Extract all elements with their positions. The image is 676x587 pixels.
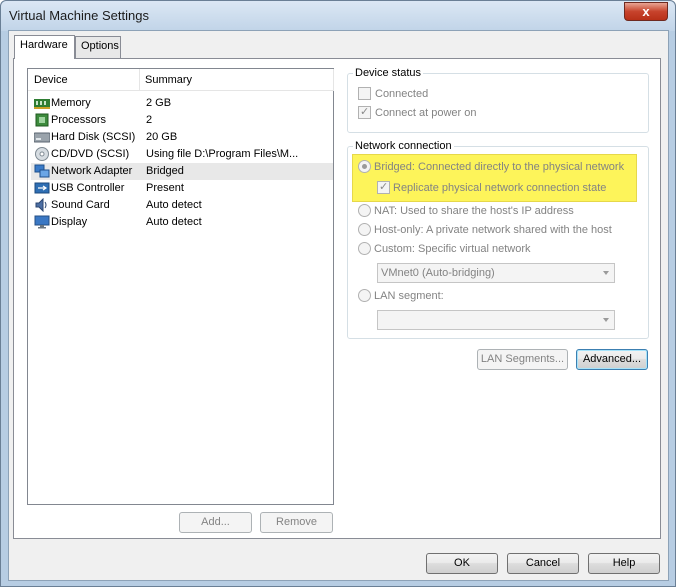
add-device-button[interactable]: Add... [179, 512, 252, 533]
processor-icon [34, 113, 50, 127]
column-separator[interactable] [333, 69, 334, 91]
device-row-hard-disk[interactable]: Hard Disk (SCSI) 20 GB [31, 129, 333, 146]
lan-segments-label: LAN Segments... [480, 353, 565, 365]
connect-at-power-on-checkbox[interactable] [358, 105, 371, 119]
connected-checkbox[interactable] [358, 87, 371, 100]
lan-segment-label: LAN segment: [374, 290, 444, 302]
device-row-processors[interactable]: Processors 2 [31, 112, 333, 129]
device-summary: Auto detect [146, 199, 202, 211]
replicate-state-checkbox[interactable] [377, 180, 390, 194]
device-summary: 20 GB [146, 131, 178, 143]
custom-network-select[interactable]: VMnet0 (Auto-bridging) [377, 263, 615, 283]
remove-device-label: Remove [276, 516, 317, 528]
cancel-button[interactable]: Cancel [507, 553, 579, 574]
device-summary: 2 GB [146, 97, 172, 109]
host-only-radio[interactable] [358, 223, 371, 236]
device-name: Hard Disk (SCSI) [51, 131, 136, 143]
device-name: Display [51, 216, 88, 228]
device-status-group [347, 73, 649, 133]
device-row-sound-card[interactable]: Sound Card Auto detect [31, 197, 333, 214]
memory-icon [34, 96, 50, 110]
device-name: USB Controller [51, 182, 125, 194]
close-button[interactable]: x [624, 2, 668, 21]
nat-label: NAT: Used to share the host's IP address [374, 205, 574, 217]
lan-segments-button[interactable]: LAN Segments... [477, 349, 568, 370]
advanced-label: Advanced... [582, 353, 642, 365]
custom-label: Custom: Specific virtual network [374, 243, 531, 255]
device-name: Memory [51, 97, 91, 109]
device-summary: Present [146, 182, 184, 194]
device-list[interactable]: Device Summary Memory 2 GB Processors 2 … [27, 68, 334, 505]
title-bar[interactable]: Virtual Machine Settings x [1, 1, 675, 31]
device-status-title: Device status [353, 67, 424, 79]
tab-options[interactable]: Options [75, 36, 121, 58]
network-adapter-icon [34, 164, 50, 178]
device-row-display[interactable]: Display Auto detect [31, 214, 333, 231]
device-name: Processors [51, 114, 107, 126]
column-header-summary[interactable]: Summary [145, 74, 192, 86]
tab-options-label: Options [81, 40, 119, 52]
column-header-device[interactable]: Device [34, 74, 68, 86]
custom-radio[interactable] [358, 242, 371, 255]
bridged-label: Bridged: Connected directly to the physi… [374, 161, 625, 173]
window-title: Virtual Machine Settings [9, 8, 149, 23]
usb-icon [34, 181, 50, 195]
device-summary: 2 [146, 114, 153, 126]
device-name: Sound Card [51, 199, 110, 211]
lan-segment-select[interactable] [377, 310, 615, 330]
help-button[interactable]: Help [588, 553, 660, 574]
device-name: CD/DVD (SCSI) [51, 148, 130, 160]
tab-hardware[interactable]: Hardware [14, 35, 75, 59]
device-row-usb-controller[interactable]: USB Controller Present [31, 180, 333, 197]
network-connection-title: Network connection [353, 140, 454, 152]
nat-radio[interactable] [358, 204, 371, 217]
advanced-button[interactable]: Advanced... [576, 349, 648, 370]
display-icon [34, 215, 50, 229]
sound-card-icon [34, 197, 50, 213]
connected-label: Connected [375, 88, 429, 100]
replicate-state-label: Replicate physical network connection st… [393, 182, 607, 194]
device-summary: Bridged [146, 165, 184, 177]
chevron-down-icon [603, 318, 609, 322]
cancel-label: Cancel [525, 557, 561, 569]
connect-at-power-on-label: Connect at power on [375, 107, 477, 119]
add-device-label: Add... [201, 516, 230, 528]
device-summary: Using file D:\Program Files\M... [146, 148, 299, 160]
device-name: Network Adapter [51, 165, 133, 177]
close-icon: x [642, 4, 650, 19]
help-label: Help [612, 557, 636, 569]
column-separator[interactable] [139, 69, 140, 91]
host-only-label: Host-only: A private network shared with… [374, 224, 612, 236]
device-list-header: Device Summary [28, 69, 334, 91]
remove-device-button[interactable]: Remove [260, 512, 333, 533]
ok-label: OK [454, 557, 470, 569]
tab-hardware-label: Hardware [20, 39, 68, 51]
device-row-memory[interactable]: Memory 2 GB [31, 95, 333, 112]
cd-dvd-icon [34, 147, 50, 161]
lan-segment-radio[interactable] [358, 289, 371, 302]
ok-button[interactable]: OK [426, 553, 498, 574]
chevron-down-icon [603, 271, 609, 275]
device-row-network-adapter[interactable]: Network Adapter Bridged [31, 163, 333, 180]
custom-network-value: VMnet0 (Auto-bridging) [381, 267, 495, 279]
device-row-cd-dvd[interactable]: CD/DVD (SCSI) Using file D:\Program File… [31, 146, 333, 163]
device-summary: Auto detect [146, 216, 202, 228]
bridged-radio[interactable] [358, 160, 371, 173]
hard-disk-icon [33, 130, 51, 144]
